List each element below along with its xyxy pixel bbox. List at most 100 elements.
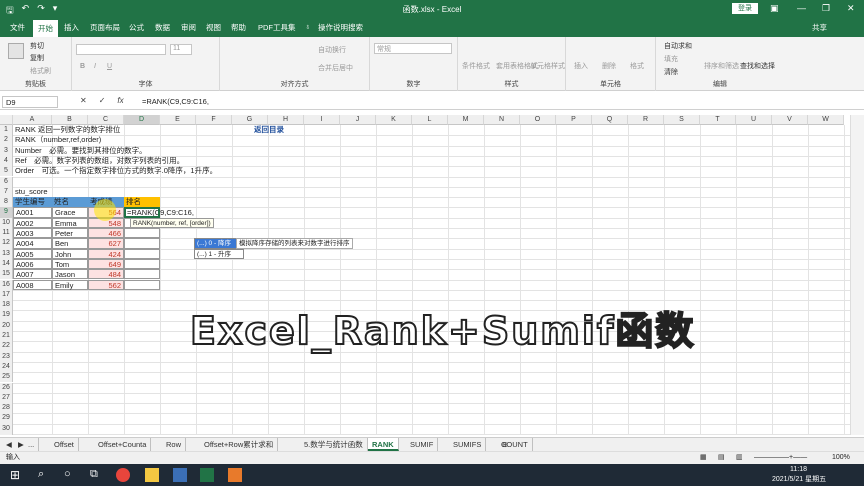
- close-icon[interactable]: ✕: [847, 3, 855, 14]
- table-cell[interactable]: Tom: [52, 258, 88, 270]
- tab-review[interactable]: 审阅: [181, 22, 196, 33]
- table-cell[interactable]: Jason: [52, 269, 88, 280]
- column-header-d[interactable]: D: [124, 115, 160, 125]
- page-layout-view-icon[interactable]: ▤: [718, 453, 725, 463]
- row-header-21[interactable]: 21: [0, 331, 13, 342]
- row-header-23[interactable]: 23: [0, 351, 13, 362]
- row-header-6[interactable]: 6: [0, 176, 13, 187]
- tab-pdf-tools[interactable]: PDF工具集: [258, 22, 296, 33]
- column-header-w[interactable]: W: [808, 115, 844, 125]
- sheet-tab[interactable]: SUMIFS: [449, 438, 487, 451]
- sheet-tab[interactable]: Offset+Row累计求和: [200, 438, 279, 451]
- tab-page-layout[interactable]: 页面布局: [90, 22, 120, 33]
- sheet-tab[interactable]: RANK: [368, 438, 399, 451]
- sheet-tab[interactable]: Row: [162, 438, 187, 451]
- clear-button[interactable]: 清除: [664, 67, 678, 77]
- insert-function-icon[interactable]: fx: [117, 96, 123, 105]
- column-header-c[interactable]: C: [88, 115, 124, 125]
- bold-button[interactable]: B: [80, 63, 85, 70]
- font-name-box[interactable]: [76, 44, 166, 55]
- column-header-p[interactable]: P: [556, 115, 592, 125]
- paste-icon[interactable]: [8, 43, 24, 59]
- row-header-13[interactable]: 13: [0, 248, 13, 259]
- app-icon[interactable]: [173, 468, 187, 482]
- table-cell[interactable]: Ben: [52, 238, 88, 249]
- row-header-17[interactable]: 17: [0, 289, 13, 301]
- table-cell[interactable]: Peter: [52, 228, 88, 239]
- column-header-k[interactable]: K: [376, 115, 412, 125]
- windows-start-icon[interactable]: ⊞: [10, 468, 24, 482]
- font-size-box[interactable]: 11: [170, 44, 192, 55]
- row-header-2[interactable]: 2: [0, 135, 13, 146]
- table-cell[interactable]: A001: [13, 207, 52, 218]
- cortana-icon[interactable]: ○: [64, 468, 78, 482]
- tab-formulas[interactable]: 公式: [129, 22, 144, 33]
- table-cell[interactable]: 649: [88, 258, 124, 270]
- row-header-24[interactable]: 24: [0, 361, 13, 373]
- page-break-view-icon[interactable]: ▥: [736, 453, 743, 463]
- merge-center-button[interactable]: 合并后居中: [318, 63, 353, 73]
- column-header-u[interactable]: U: [736, 115, 772, 125]
- zoom-level[interactable]: 100%: [832, 453, 850, 463]
- italic-button[interactable]: I: [94, 63, 96, 70]
- row-header-31[interactable]: 31: [0, 434, 13, 435]
- row-header-11[interactable]: 11: [0, 228, 13, 239]
- fill-button[interactable]: 填充: [664, 54, 678, 64]
- tab-home[interactable]: 开始: [33, 20, 58, 37]
- row-header-22[interactable]: 22: [0, 341, 13, 352]
- table-cell[interactable]: 627: [88, 238, 124, 249]
- formula-input[interactable]: =RANK(C9,C9:C16,: [142, 97, 209, 106]
- tell-me-search[interactable]: 操作说明搜索: [318, 22, 363, 33]
- row-header-7[interactable]: 7: [0, 186, 13, 198]
- number-format-box[interactable]: 常规: [374, 43, 452, 54]
- app2-icon[interactable]: [228, 468, 242, 482]
- share-button[interactable]: 共享: [812, 22, 827, 33]
- row-header-30[interactable]: 30: [0, 423, 13, 434]
- row-header-28[interactable]: 28: [0, 403, 13, 414]
- delete-cells-button[interactable]: 删除: [602, 61, 616, 71]
- cancel-icon[interactable]: ✕: [80, 96, 87, 105]
- column-header-l[interactable]: L: [412, 115, 448, 125]
- row-header-8[interactable]: 8: [0, 197, 13, 208]
- minimize-icon[interactable]: —: [797, 3, 806, 13]
- column-header-r[interactable]: R: [628, 115, 664, 125]
- row-header-29[interactable]: 29: [0, 413, 13, 424]
- column-header-m[interactable]: M: [448, 115, 484, 125]
- select-all-corner[interactable]: [0, 115, 13, 125]
- autosum-button[interactable]: 自动求和: [664, 41, 692, 51]
- table-cell[interactable]: A007: [13, 269, 52, 280]
- table-cell[interactable]: [124, 238, 160, 249]
- vertical-scrollbar[interactable]: [850, 115, 864, 435]
- copy-button[interactable]: 复制: [30, 53, 44, 63]
- cut-button[interactable]: 剪切: [30, 41, 44, 51]
- table-cell[interactable]: [124, 258, 160, 270]
- conditional-format-button[interactable]: 条件格式: [462, 61, 490, 71]
- normal-view-icon[interactable]: ▦: [700, 453, 707, 463]
- row-header-27[interactable]: 27: [0, 392, 13, 404]
- wrap-text-button[interactable]: 自动换行: [318, 45, 346, 55]
- ribbon-display-icon[interactable]: ▣: [770, 3, 779, 14]
- add-sheet-icon[interactable]: ⊕: [498, 438, 512, 451]
- row-header-9[interactable]: 9: [0, 207, 13, 218]
- sheet-tab[interactable]: SUMIF: [406, 438, 439, 451]
- zoom-slider[interactable]: —————+——: [754, 453, 807, 463]
- column-header-j[interactable]: J: [340, 115, 376, 125]
- column-header-t[interactable]: T: [700, 115, 736, 125]
- table-cell[interactable]: Grace: [52, 207, 88, 218]
- column-header-a[interactable]: A: [13, 115, 52, 125]
- tab-file[interactable]: 文件: [10, 22, 25, 33]
- tab-data[interactable]: 数据: [155, 22, 170, 33]
- table-cell[interactable]: A002: [13, 217, 52, 228]
- enter-icon[interactable]: ✓: [99, 96, 106, 105]
- cell-styles-button[interactable]: 单元格样式: [530, 61, 565, 71]
- row-header-19[interactable]: 19: [0, 310, 13, 321]
- table-cell[interactable]: A005: [13, 248, 52, 259]
- worksheet-grid[interactable]: A B C D E F G H I J K L M N O P Q R S T U V W 1 2 3 4 5 6 7 8 9 10 11 12 13…: [0, 115, 850, 435]
- sheet-tab[interactable]: ...: [24, 438, 40, 451]
- row-header-3[interactable]: 3: [0, 145, 13, 156]
- column-header-h[interactable]: H: [268, 115, 304, 125]
- column-header-f[interactable]: F: [196, 115, 232, 125]
- search-icon[interactable]: ⌕: [38, 468, 52, 482]
- excel-icon[interactable]: [200, 468, 214, 482]
- row-header-26[interactable]: 26: [0, 382, 13, 393]
